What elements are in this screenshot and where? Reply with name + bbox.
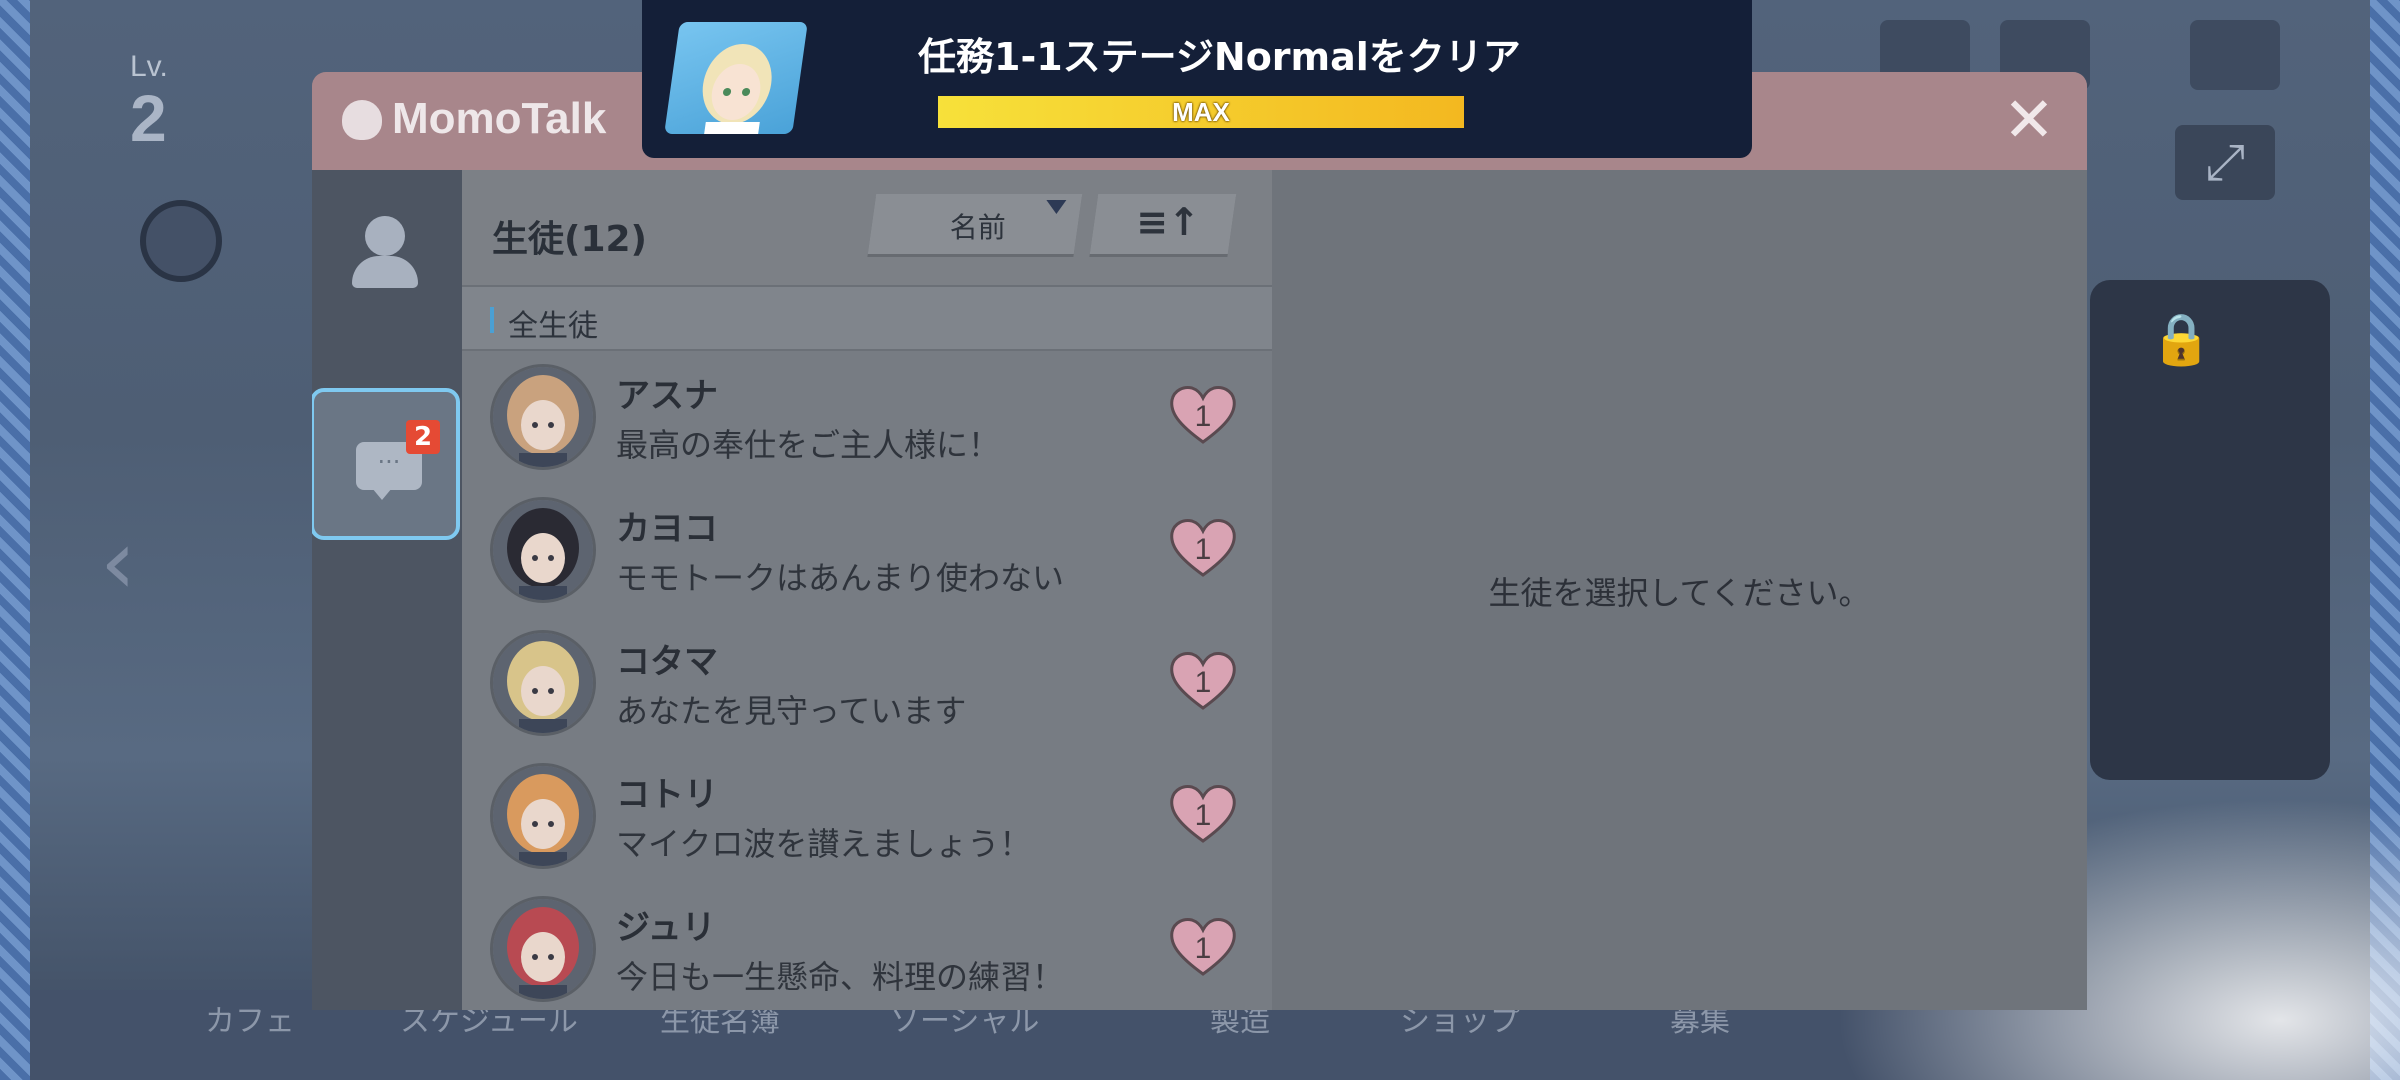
student-name: コタマ [616, 642, 718, 682]
mission-notification: 任務1-1ステージNormalをクリア MAX [642, 0, 1752, 158]
background-top-icon [2190, 20, 2280, 90]
student-name: アスナ [616, 376, 718, 416]
student-row[interactable]: コタマ あなたを見守っています 1 [462, 616, 1272, 749]
student-status-message: 最高の奉仕をご主人様に！ [616, 426, 1001, 464]
category-label: 全生徒 [508, 309, 598, 344]
student-avatar [490, 763, 596, 869]
student-row[interactable]: アスナ 最高の奉仕をご主人様に！ 1 [462, 350, 1272, 483]
student-name: ジュリ [616, 908, 716, 948]
student-status-message: マイクロ波を讃えましょう！ [616, 825, 1032, 863]
nav-cafe: カフェ [205, 1004, 295, 1039]
left-border-stripe [0, 0, 30, 1080]
student-row[interactable]: カヨコ モモトークはあんまり使わない 1 [462, 483, 1272, 616]
unread-count: 1 [1194, 400, 1212, 433]
background-lock-icon: 🔒 [2150, 310, 2213, 368]
chat-detail-pane: 生徒を選択してください。 [1272, 170, 2087, 1010]
student-row[interactable]: コトリ マイクロ波を讃えましょう！ 1 [462, 749, 1272, 882]
student-row[interactable]: ジュリ 今日も一生懸命、料理の練習！ 1 [462, 882, 1272, 1010]
empty-selection-text: 生徒を選択してください。 [1488, 574, 1871, 612]
student-status-message: モモトークはあんまり使わない [616, 559, 1065, 597]
progress-bar: MAX [938, 96, 1464, 128]
student-list-header: 生徒(12) 名前 ≡↑ [462, 170, 1272, 285]
momotalk-window: MomoTalk ✕ ··· 2 生徒(12) 名前 ≡↑ 全生徒 アスナ 最高… [312, 72, 2087, 1010]
player-level-hud: Lv. 2 [110, 50, 330, 160]
unread-count: 1 [1194, 666, 1212, 699]
student-status-message: 今日も一生懸命、料理の練習！ [616, 958, 1065, 996]
student-avatar [490, 497, 596, 603]
student-avatar [490, 630, 596, 736]
student-list-panel: 生徒(12) 名前 ≡↑ 全生徒 アスナ 最高の奉仕をご主人様に！ 1 カヨコ … [462, 170, 1272, 1010]
close-icon[interactable]: ✕ [2001, 89, 2057, 151]
student-avatar [490, 364, 596, 470]
momotalk-title: MomoTalk [392, 94, 607, 143]
background-notice-icon [140, 200, 222, 282]
momotalk-logo-icon [342, 100, 382, 140]
unread-count: 1 [1194, 533, 1212, 566]
unread-count: 1 [1194, 932, 1212, 965]
notification-student-avatar [664, 22, 808, 134]
sort-order-button[interactable]: ≡↑ [1089, 194, 1237, 254]
background-expand-icon: ⤢ [2175, 125, 2275, 200]
unread-badge: 2 [406, 420, 440, 454]
student-avatar [490, 896, 596, 1002]
student-name: コトリ [616, 775, 718, 815]
momotalk-sidebar: ··· 2 [312, 170, 462, 1010]
level-value: 2 [130, 81, 167, 155]
category-header: 全生徒 [462, 285, 1272, 351]
sort-order-icon: ≡↑ [1136, 200, 1200, 244]
background-left-arrow-icon: ‹ [100, 510, 136, 615]
student-count-title: 生徒(12) [492, 219, 648, 260]
student-status-message: あなたを見守っています [616, 692, 967, 730]
dropdown-arrow-icon [1046, 200, 1067, 214]
student-list-tab-icon[interactable] [350, 210, 420, 290]
unread-count: 1 [1194, 799, 1212, 832]
level-label: Lv. [130, 50, 168, 83]
notification-title: 任務1-1ステージNormalをクリア [918, 35, 1521, 79]
chat-tab[interactable]: ··· 2 [312, 388, 460, 540]
student-name: カヨコ [616, 509, 718, 549]
sort-by-label: 名前 [949, 211, 1006, 244]
sort-by-button[interactable]: 名前 [867, 194, 1083, 254]
